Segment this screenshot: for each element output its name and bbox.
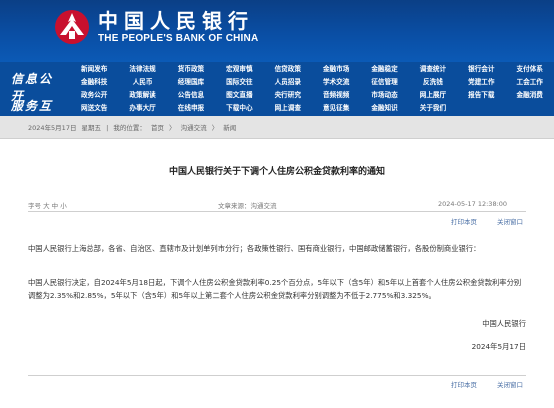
nav-item[interactable]: 征信管理 (360, 76, 408, 89)
article-title: 中国人民银行关于下调个人住房公积金贷款利率的通知 (168, 167, 385, 177)
site-header: 中国人民银行 THE PEOPLE'S BANK OF CHINA (0, 0, 554, 62)
logo-chinese-name: 中国人民银行 (98, 9, 254, 33)
nav-item[interactable]: 办事大厅 (118, 102, 166, 115)
signature-date: 2024年5月17日 (471, 342, 526, 351)
current-date: 2024年5月17日 (28, 124, 77, 132)
nav-item[interactable]: 人员招录 (264, 76, 312, 89)
nav-item[interactable]: 金融知识 (360, 102, 408, 115)
nav-item[interactable]: 法律法规 (118, 63, 166, 76)
main-navigation: 信息公开 服务互动 新闻发布 法律法规 货币政策 宏观审慎 信贷政策 金融市场 … (0, 62, 554, 130)
nav-item[interactable]: 调查统计 (409, 63, 457, 76)
breadcrumb-separator: 〉 (169, 124, 176, 132)
divider (28, 211, 526, 212)
breadcrumb-home[interactable]: 首页 (151, 124, 164, 132)
nav-item[interactable]: 网送文告 (70, 102, 118, 115)
divider: | (106, 124, 109, 132)
nav-item[interactable]: 关于我们 (409, 102, 457, 115)
location-label: 我的位置： (113, 124, 146, 132)
nav-item[interactable]: 学术交流 (312, 76, 360, 89)
font-size-label: 字号 (28, 202, 41, 210)
nav-item[interactable]: 反洗钱 (409, 76, 457, 89)
article-container: 中国人民银行关于下调个人住房公积金贷款利率的通知 字号 大 中 小 文章来源：沟… (0, 139, 554, 408)
nav-item[interactable]: 金融市场 (312, 63, 360, 76)
article-datetime: 2024-05-17 12:38:00 (438, 200, 508, 208)
breadcrumb-bar: 2024年5月17日 星期五 | 我的位置： 首页 〉 沟通交流 〉 新闻 (0, 116, 554, 139)
nav-item[interactable]: 金融科技 (70, 76, 118, 89)
nav-item[interactable]: 金融稳定 (360, 63, 408, 76)
nav-item[interactable]: 央行研究 (264, 89, 312, 102)
logo-english-name: THE PEOPLE'S BANK OF CHINA (98, 33, 259, 44)
nav-item[interactable]: 支付体系 (506, 63, 554, 76)
nav-item[interactable]: 公告信息 (167, 89, 215, 102)
nav-item[interactable]: 下载中心 (215, 102, 263, 115)
font-size-large[interactable]: 大 (43, 202, 50, 210)
nav-item[interactable]: 网上展厅 (409, 89, 457, 102)
nav-item[interactable]: 信贷政策 (264, 63, 312, 76)
current-weekday: 星期五 (81, 124, 102, 132)
nav-item[interactable]: 银行会计 (457, 63, 505, 76)
font-size-selector: 字号 大 中 小 (28, 200, 67, 210)
nav-item[interactable]: 新闻发布 (70, 63, 118, 76)
nav-item[interactable]: 货币政策 (167, 63, 215, 76)
nav-item[interactable]: 人民币 (118, 76, 166, 89)
nav-item[interactable]: 网上调查 (264, 102, 312, 115)
nav-item[interactable]: 图文直播 (215, 89, 263, 102)
nav-item[interactable]: 工会工作 (506, 76, 554, 89)
nav-item[interactable]: 经理国库 (167, 76, 215, 89)
print-page-link[interactable]: 打印本页 (451, 379, 477, 389)
nav-item[interactable]: 意见征集 (312, 102, 360, 115)
pboc-emblem-icon (54, 9, 90, 45)
font-size-medium[interactable]: 中 (52, 202, 59, 210)
nav-item[interactable]: 政务公开 (70, 89, 118, 102)
nav-item[interactable]: 国际交往 (215, 76, 263, 89)
breadcrumb-separator: 〉 (211, 124, 219, 132)
close-window-link[interactable]: 关闭窗口 (497, 379, 523, 389)
nav-item[interactable]: 音频视频 (312, 89, 360, 102)
divider (28, 375, 526, 376)
article-paragraph: 中国人民银行上海总部，各省、自治区、直辖市及计划单列市分行；各政策性银行、国有商… (28, 244, 481, 253)
nav-item[interactable]: 政策解读 (118, 89, 166, 102)
breadcrumb-communication[interactable]: 沟通交流 (181, 124, 207, 132)
article-paragraph: 中国人民银行决定，自2024年5月18日起，下调个人住房公积金贷款利率0.25个… (28, 278, 522, 300)
print-page-link[interactable]: 打印本页 (451, 216, 477, 226)
nav-item[interactable]: 党建工作 (457, 76, 505, 89)
nav-item[interactable]: 金融消费 (506, 89, 554, 102)
nav-item[interactable]: 在线申报 (167, 102, 215, 115)
nav-item[interactable]: 报告下载 (457, 89, 505, 102)
nav-item[interactable]: 宏观审慎 (215, 63, 263, 76)
breadcrumb-news[interactable]: 新闻 (223, 124, 236, 132)
breadcrumb: 2024年5月17日 星期五 | 我的位置： 首页 〉 沟通交流 〉 新闻 (28, 122, 239, 132)
signature-organization: 中国人民银行 (482, 319, 526, 328)
nav-grid: 新闻发布 法律法规 货币政策 宏观审慎 信贷政策 金融市场 金融稳定 调查统计 … (70, 63, 554, 115)
nav-item[interactable]: 市场动态 (360, 89, 408, 102)
article-source: 文章来源：沟通交流 (218, 202, 277, 210)
close-window-link[interactable]: 关闭窗口 (497, 216, 523, 226)
font-size-small[interactable]: 小 (60, 202, 67, 210)
site-logo[interactable]: 中国人民银行 THE PEOPLE'S BANK OF CHINA (54, 9, 258, 45)
